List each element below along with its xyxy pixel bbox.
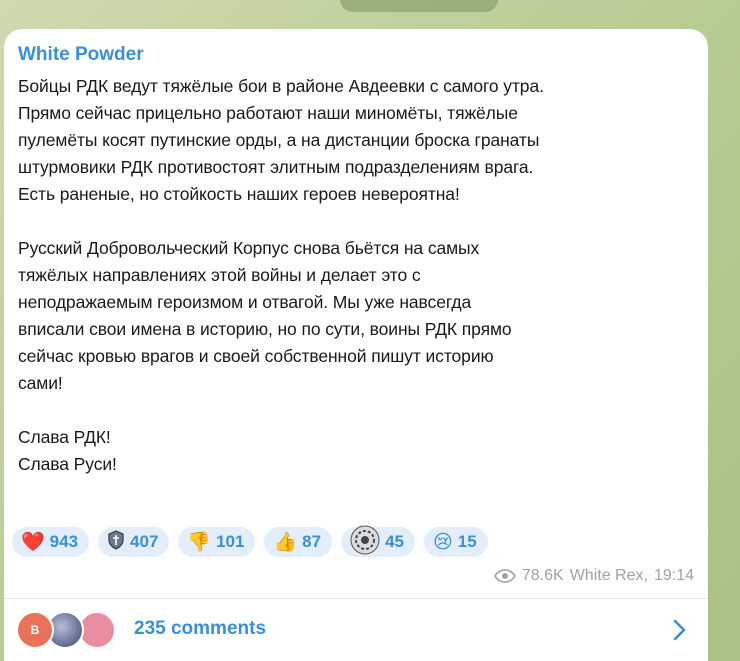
text-line: сейчас кровью врагов и своей собственной… (18, 346, 494, 366)
reaction-count: 101 (216, 532, 245, 551)
post-time: 19:14 (653, 567, 694, 584)
message-bubble: White Powder Бойцы РДК ведут тяжёлые бои… (4, 29, 708, 661)
text-line: Русский Добровольческий Корпус снова бьё… (18, 238, 480, 258)
red-heart-icon: ❤️ (21, 531, 45, 553)
thumbs-up-icon: 👍 (273, 531, 298, 553)
chevron-right-icon[interactable] (672, 619, 686, 646)
reaction-count: 45 (385, 532, 404, 551)
text-line: неподражаемым героизмом и отвагой. Мы уж… (18, 292, 472, 312)
text-line: Прямо сейчас прицельно работают наши мин… (18, 103, 518, 123)
crying-face-icon: 😢 (432, 531, 453, 553)
custom-emoji-icon (350, 525, 380, 559)
text-line: Бойцы РДК ведут тяжёлые бои в районе Авд… (18, 76, 544, 96)
reaction-shield[interactable]: 407 (98, 527, 170, 557)
reaction-thumbs-up[interactable]: 👍 87 (264, 527, 333, 557)
date-pill (340, 0, 498, 12)
reaction-count: 15 (457, 532, 477, 551)
text-line: Слава РДК! (18, 427, 111, 447)
reactions-bar: ❤️ 943 407 👎 101 👍 87 45 😢 15 (12, 525, 488, 559)
comments-label[interactable]: 235 comments (134, 618, 266, 640)
reaction-count: 87 (302, 532, 322, 551)
message-text: Бойцы РДК ведут тяжёлые бои в районе Авд… (18, 73, 698, 478)
text-line: тяжёлых направлениях этой войны и делает… (18, 265, 421, 285)
avatar: B (16, 611, 54, 649)
thumbs-down-icon: 👎 (187, 531, 212, 553)
text-line: пулемёты косят путинские орды, а на дист… (18, 130, 540, 150)
comments-button[interactable]: B 235 comments (4, 599, 708, 661)
text-line: вписали свои имена в историю, но по сути… (18, 319, 512, 339)
reaction-heart[interactable]: ❤️ 943 (12, 527, 90, 557)
reaction-custom[interactable]: 45 (341, 525, 415, 559)
shield-icon (107, 530, 125, 554)
text-line: штурмовики РДК противостоят элитным подр… (18, 157, 534, 177)
text-line: Есть раненые, но стойкость наших героев … (18, 184, 460, 204)
author-name[interactable]: White Powder (18, 44, 144, 66)
text-line: сами! (18, 373, 63, 393)
reaction-count: 407 (130, 532, 159, 551)
reaction-count: 943 (49, 532, 79, 551)
view-count: 78.6K (521, 567, 564, 584)
reaction-crying[interactable]: 😢 15 (423, 527, 488, 557)
eye-icon (493, 569, 516, 583)
text-line: Слава Руси! (18, 454, 117, 474)
commenter-avatars: B (16, 611, 126, 651)
post-signature: White Rex, (569, 567, 648, 584)
message-meta: 78.6K White Rex, 19:14 (493, 567, 694, 585)
reaction-thumbs-down[interactable]: 👎 101 (178, 527, 256, 557)
